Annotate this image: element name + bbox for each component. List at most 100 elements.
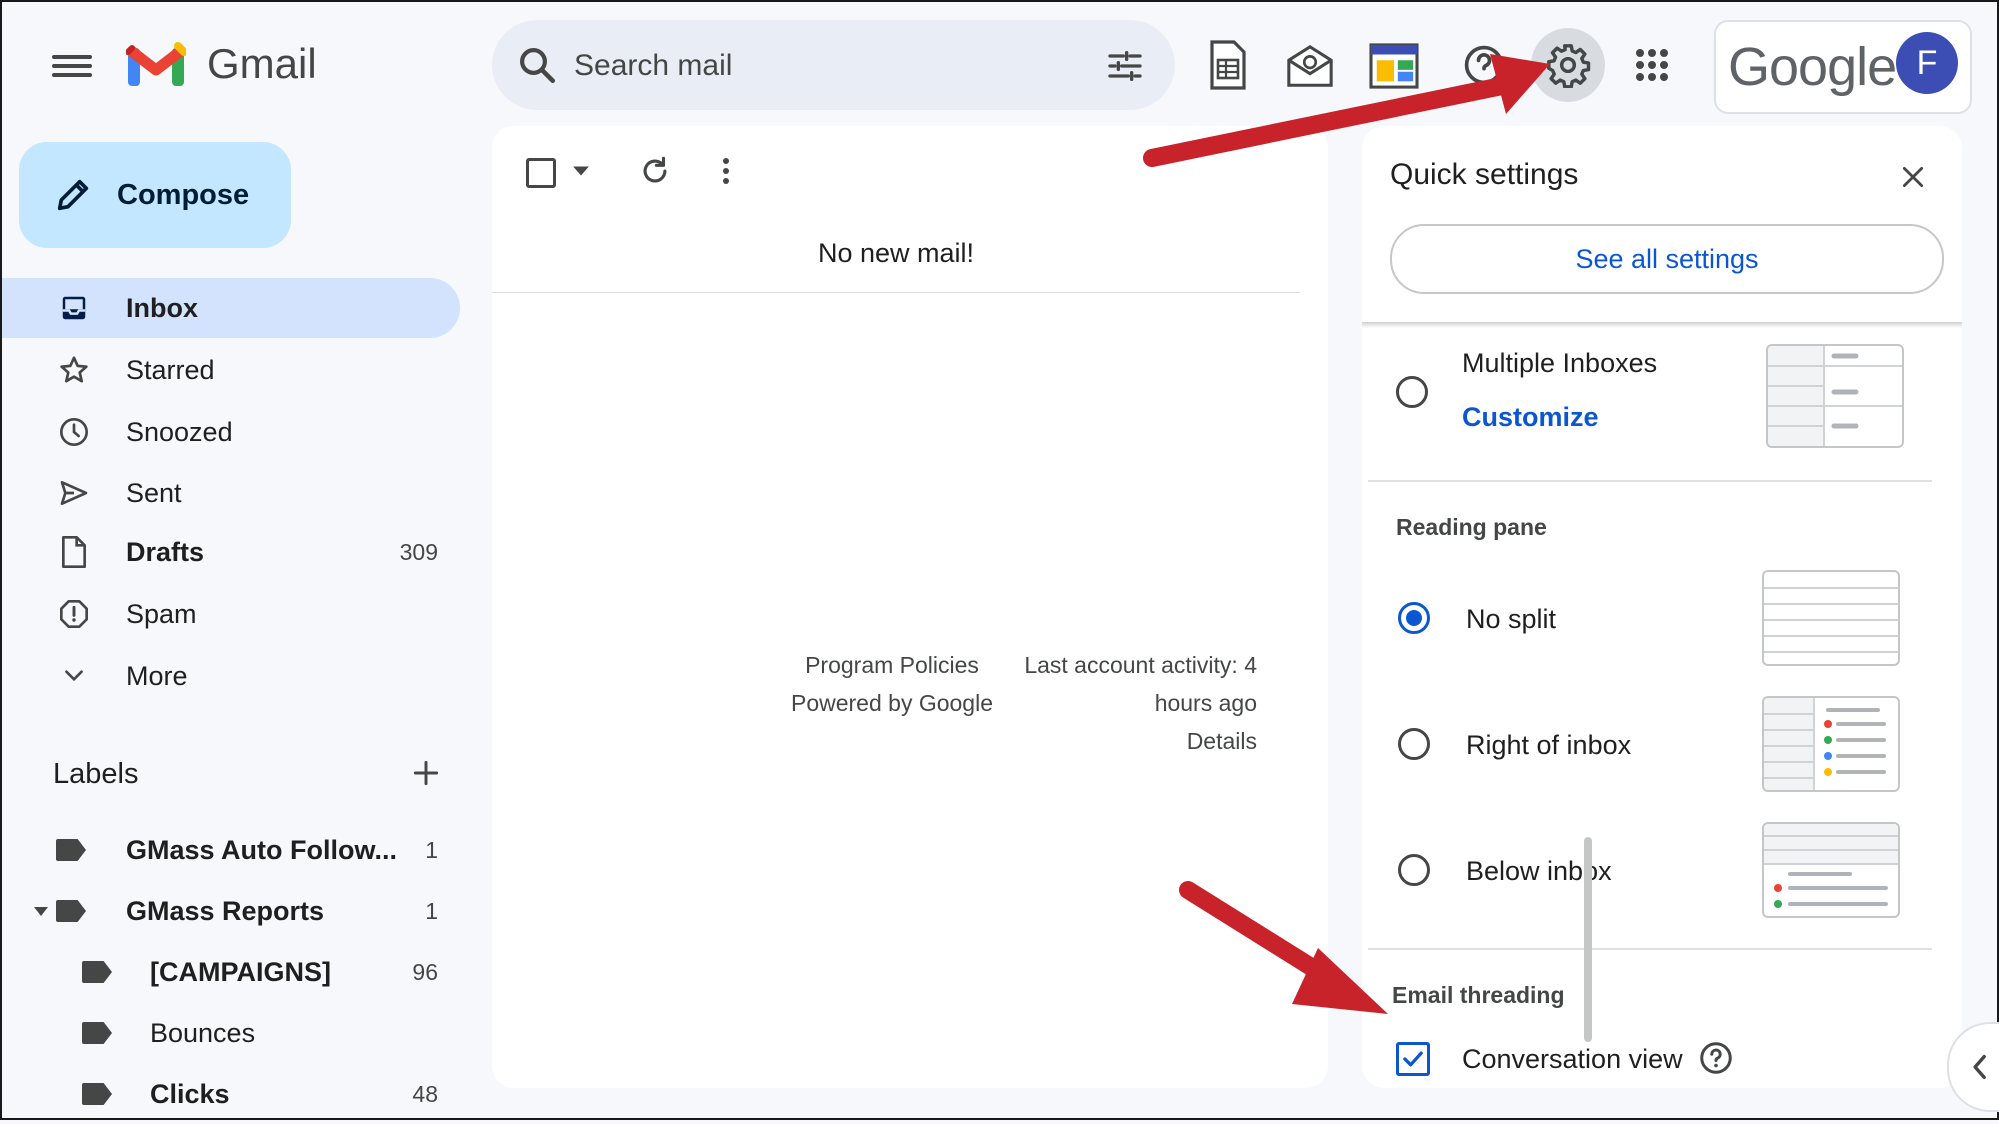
right-of-inbox-label: Right of inbox <box>1466 730 1632 760</box>
nav-label: Sent <box>126 477 182 508</box>
multiple-inboxes-label: Multiple Inboxes <box>1462 348 1658 378</box>
account-avatar[interactable]: F <box>1896 32 1958 94</box>
select-caret-icon[interactable] <box>572 164 590 182</box>
last-activity-line2: hours ago <box>1154 690 1257 716</box>
last-activity-line1: Last account activity: 4 <box>1024 652 1257 678</box>
inbox-icon <box>54 293 94 323</box>
caret-down-icon[interactable] <box>26 905 56 917</box>
nav-more[interactable]: More <box>2 646 460 706</box>
footer-left: Program Policies Powered by Google <box>787 646 997 722</box>
labels-heading: Labels <box>53 758 139 790</box>
label-name: GMass Reports <box>126 895 325 926</box>
conversation-view-checkbox[interactable] <box>1396 1042 1430 1076</box>
nav-sent[interactable]: Sent <box>2 463 460 523</box>
reading-pane-heading: Reading pane <box>1396 514 1547 540</box>
chevron-down-icon <box>54 663 94 689</box>
customize-link[interactable]: Customize <box>1462 402 1599 433</box>
nav-label: Starred <box>126 354 215 385</box>
search-bar[interactable] <box>492 20 1175 110</box>
addon-dashboard-icon[interactable] <box>1364 36 1424 96</box>
list-divider <box>492 292 1300 293</box>
main-menu-button[interactable] <box>52 50 92 82</box>
refresh-icon[interactable] <box>638 154 672 193</box>
label-name: GMass Auto Follow... <box>126 834 398 865</box>
search-options-icon[interactable] <box>1104 46 1146 91</box>
label-bounces[interactable]: Bounces <box>2 1003 460 1063</box>
gmail-wordmark: Gmail <box>207 40 317 87</box>
select-all-checkbox[interactable] <box>526 158 556 188</box>
label-name: [CAMPAIGNS] <box>150 956 331 987</box>
nav-snoozed[interactable]: Snoozed <box>2 402 460 462</box>
addon-sheet-icon[interactable] <box>1198 36 1258 96</box>
compose-button[interactable]: Compose <box>19 142 291 248</box>
google-account-switcher[interactable]: Google F <box>1714 20 1972 114</box>
label-clicks[interactable]: Clicks 48 <box>2 1064 460 1124</box>
draft-icon <box>54 536 94 568</box>
nav-label: More <box>126 660 188 691</box>
search-input[interactable] <box>572 40 1056 92</box>
powered-by-google: Powered by Google <box>790 690 993 716</box>
nav-count: 309 <box>399 538 438 565</box>
quick-settings-scrollbar[interactable] <box>1584 837 1592 1042</box>
chevron-left-icon <box>1973 1054 1986 1080</box>
nav-inbox[interactable]: Inbox <box>2 278 460 338</box>
no-split-thumbnail <box>1762 570 1900 666</box>
no-split-radio[interactable] <box>1398 602 1430 634</box>
quick-settings-panel: Quick settings See all settings Multiple… <box>1362 126 1962 1088</box>
footer-right: Last account activity: 4 hours ago Detai… <box>1012 646 1257 760</box>
help-icon[interactable] <box>1698 1040 1734 1081</box>
below-inbox-radio[interactable] <box>1398 854 1430 886</box>
details-link[interactable]: Details <box>1012 722 1257 760</box>
send-icon <box>54 477 94 509</box>
label-tag-icon <box>56 900 86 922</box>
close-icon[interactable] <box>1900 164 1926 195</box>
nav-label: Drafts <box>126 536 205 567</box>
program-policies-link[interactable]: Program Policies <box>787 646 997 684</box>
below-inbox-thumbnail <box>1762 822 1900 918</box>
more-options-icon[interactable] <box>720 156 732 191</box>
conversation-view-label: Conversation view <box>1462 1044 1683 1074</box>
nav-drafts[interactable]: Drafts 309 <box>2 522 460 582</box>
multiple-inboxes-radio[interactable] <box>1396 376 1428 408</box>
pencil-icon <box>53 175 93 215</box>
header-shadow <box>1362 322 1962 328</box>
label-gmass-auto-followup[interactable]: GMass Auto Follow... 1 <box>2 820 460 880</box>
addon-mail-icon[interactable] <box>1280 36 1340 96</box>
label-gmass-reports[interactable]: GMass Reports 1 <box>2 881 460 941</box>
label-count: 96 <box>412 958 438 985</box>
nav-label: Snoozed <box>126 416 233 447</box>
right-of-inbox-thumbnail <box>1762 696 1900 792</box>
see-all-settings-button[interactable]: See all settings <box>1390 224 1944 294</box>
mail-list-panel: No new mail! Program Policies Powered by… <box>492 126 1328 1088</box>
label-count: 1 <box>425 836 438 863</box>
nav-starred[interactable]: Starred <box>2 340 460 400</box>
no-split-label: No split <box>1466 604 1557 634</box>
nav-label: Spam <box>126 598 197 629</box>
nav-label: Inbox <box>126 292 198 323</box>
label-tag-icon <box>82 961 112 983</box>
add-label-icon[interactable] <box>410 757 442 794</box>
gmail-logo[interactable] <box>125 40 188 93</box>
label-count: 1 <box>425 897 438 924</box>
support-icon[interactable] <box>1447 28 1521 102</box>
google-wordmark: Google <box>1728 37 1897 97</box>
email-threading-heading: Email threading <box>1392 982 1565 1008</box>
right-of-inbox-radio[interactable] <box>1398 728 1430 760</box>
empty-inbox-message: No new mail! <box>817 238 975 268</box>
label-name: Clicks <box>150 1078 230 1109</box>
clock-icon <box>54 416 94 448</box>
multiple-inboxes-thumbnail <box>1766 344 1904 448</box>
settings-gear-icon[interactable] <box>1531 28 1605 102</box>
label-count: 48 <box>412 1080 438 1107</box>
quick-settings-title: Quick settings <box>1390 158 1579 191</box>
label-name: Bounces <box>150 1017 256 1048</box>
nav-spam[interactable]: Spam <box>2 584 460 644</box>
apps-grid-icon[interactable] <box>1615 28 1689 102</box>
spam-icon <box>54 598 94 630</box>
section-divider <box>1368 480 1932 482</box>
search-icon[interactable] <box>516 44 558 91</box>
label-tag-icon <box>56 839 86 861</box>
label-tag-icon <box>82 1022 112 1044</box>
label-campaigns[interactable]: [CAMPAIGNS] 96 <box>2 942 460 1002</box>
section-divider <box>1368 948 1932 950</box>
